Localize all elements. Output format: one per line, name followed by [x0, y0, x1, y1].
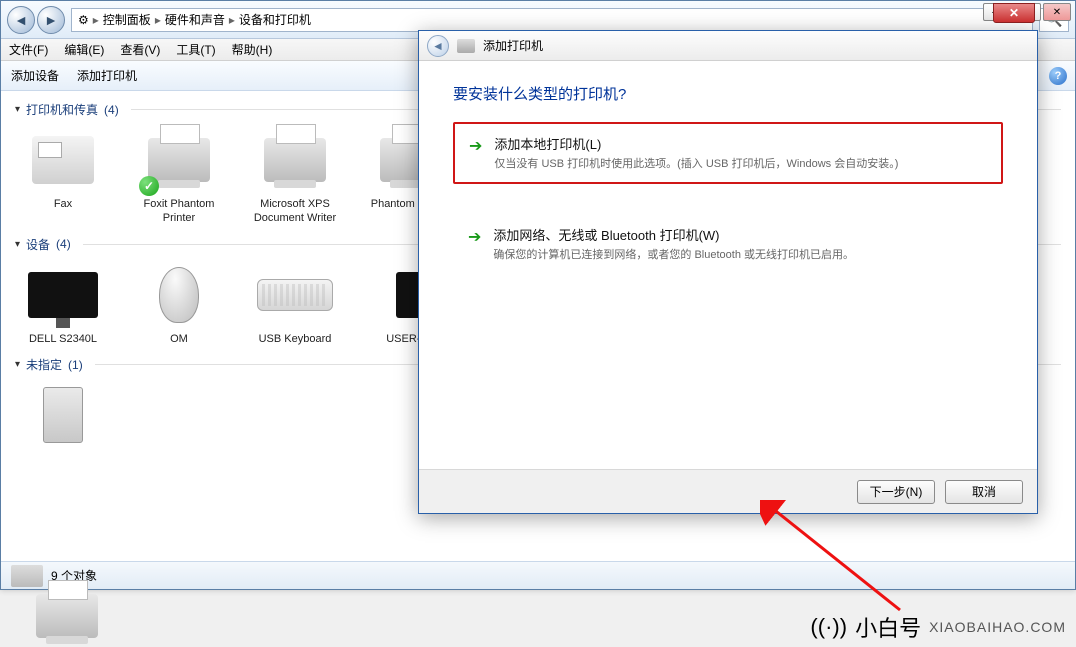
close-button[interactable]: ✕	[1043, 3, 1071, 21]
collapse-icon: ▾	[15, 359, 20, 370]
menu-edit[interactable]: 编辑(E)	[64, 41, 104, 58]
collapse-icon: ▾	[15, 239, 20, 250]
dialog-footer: 下一步(N) 取消	[419, 469, 1037, 513]
dialog-title: 添加打印机	[483, 37, 543, 54]
device-foxit-printer[interactable]: ✓ Foxit Phantom Printer	[131, 126, 227, 226]
device-unspecified[interactable]	[15, 381, 111, 453]
dialog-heading: 要安装什么类型的打印机?	[453, 83, 1003, 104]
menu-help[interactable]: 帮助(H)	[232, 41, 273, 58]
collapse-icon: ▾	[15, 104, 20, 115]
add-printer-dialog: ✕ ◄ 添加打印机 要安装什么类型的打印机? ➔ 添加本地打印机(L) 仅当没有…	[418, 30, 1038, 514]
dialog-titlebar: ◄ 添加打印机	[419, 31, 1037, 61]
fax-icon	[32, 136, 94, 184]
status-bar: 9 个对象	[1, 561, 1075, 589]
option-title: 添加网络、无线或 Bluetooth 打印机(W)	[493, 225, 854, 244]
arrow-icon: ➔	[468, 227, 481, 247]
monitor-icon	[28, 272, 98, 318]
toolbar-add-printer[interactable]: 添加打印机	[77, 67, 137, 84]
device-keyboard[interactable]: USB Keyboard	[247, 261, 343, 347]
branding: ((·)) 小白号 XIAOBAIHAO.COM	[810, 611, 1066, 643]
printer-icon	[457, 39, 475, 53]
printer-icon	[264, 138, 326, 182]
option-local-printer[interactable]: ➔ 添加本地打印机(L) 仅当没有 USB 打印机时使用此选项。(插入 USB …	[453, 122, 1003, 184]
menu-view[interactable]: 查看(V)	[120, 41, 160, 58]
option-title: 添加本地打印机(L)	[494, 134, 898, 153]
brand-en: XIAOBAIHAO.COM	[929, 619, 1066, 635]
arrow-icon: ➔	[469, 136, 482, 156]
cancel-button[interactable]: 取消	[945, 480, 1023, 504]
device-fax[interactable]: Fax	[15, 126, 111, 226]
menu-file[interactable]: 文件(F)	[9, 41, 48, 58]
extra-printer-icon	[36, 594, 96, 638]
option-desc: 确保您的计算机已连接到网络，或者您的 Bluetooth 或无线打印机已启用。	[493, 248, 854, 263]
option-desc: 仅当没有 USB 打印机时使用此选项。(插入 USB 打印机后，Windows …	[494, 157, 898, 172]
dialog-back-button[interactable]: ◄	[427, 35, 449, 57]
next-button[interactable]: 下一步(N)	[857, 480, 935, 504]
device-mouse[interactable]: OM	[131, 261, 227, 347]
path-seg-2[interactable]: 设备和打印机	[239, 11, 311, 28]
toolbar-add-device[interactable]: 添加设备	[11, 67, 59, 84]
nav-buttons: ◄ ►	[7, 6, 65, 34]
breadcrumb[interactable]: ⚙ ▸ 控制面板 ▸ 硬件和声音 ▸ 设备和打印机	[71, 8, 1033, 32]
option-network-printer[interactable]: ➔ 添加网络、无线或 Bluetooth 打印机(W) 确保您的计算机已连接到网…	[453, 214, 1003, 274]
printer-icon	[148, 138, 210, 182]
menu-tools[interactable]: 工具(T)	[176, 41, 215, 58]
pc-icon	[43, 387, 83, 443]
help-icon[interactable]: ?	[1049, 67, 1067, 85]
default-check-icon: ✓	[139, 176, 159, 196]
mouse-icon	[159, 267, 199, 323]
path-seg-1[interactable]: 硬件和声音	[165, 11, 225, 28]
dialog-close-button[interactable]: ✕	[993, 3, 1035, 23]
path-seg-0[interactable]: 控制面板	[103, 11, 151, 28]
device-xps-writer[interactable]: Microsoft XPS Document Writer	[247, 126, 343, 226]
dialog-body: 要安装什么类型的打印机? ➔ 添加本地打印机(L) 仅当没有 USB 打印机时使…	[419, 61, 1037, 275]
control-panel-icon: ⚙	[78, 13, 89, 27]
status-printer-icon	[11, 565, 43, 587]
keyboard-icon	[257, 279, 333, 311]
device-monitor[interactable]: DELL S2340L	[15, 261, 111, 347]
brand-cn: 小白号	[855, 611, 921, 643]
wifi-icon: ((·))	[810, 614, 847, 640]
forward-button[interactable]: ►	[37, 6, 65, 34]
back-button[interactable]: ◄	[7, 6, 35, 34]
